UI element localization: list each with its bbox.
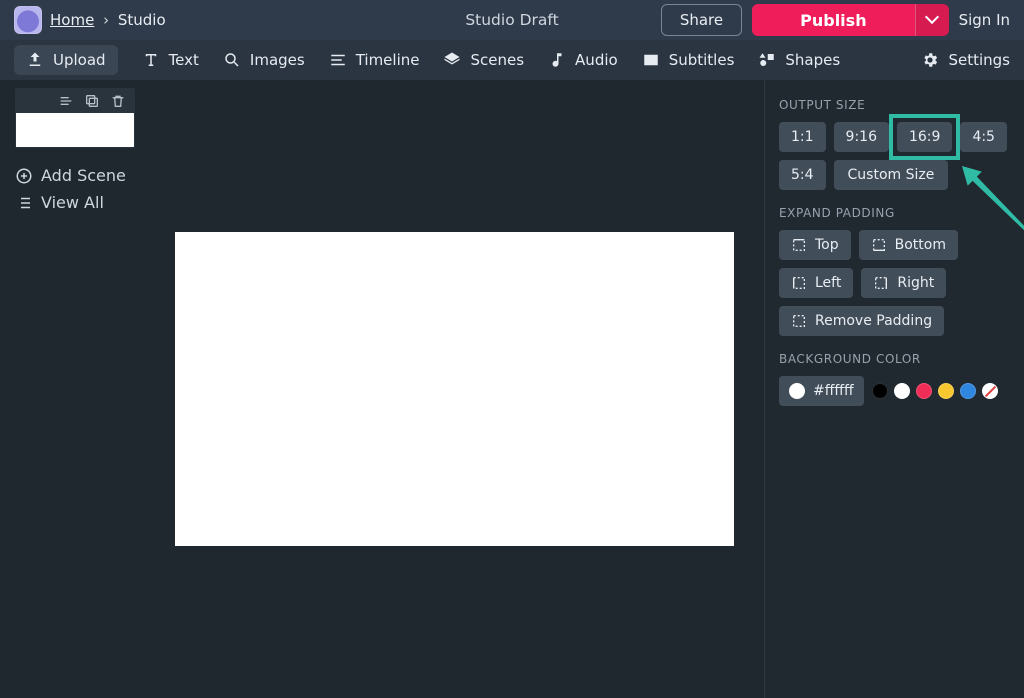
tool-timeline[interactable]: Timeline [329, 51, 420, 69]
main-toolbar: Upload Text Images Timeline Scenes Audio [0, 40, 1024, 80]
padding-bottom-icon [871, 237, 887, 253]
tool-images-label: Images [250, 51, 305, 69]
scene-duplicate-icon[interactable] [84, 93, 100, 109]
view-all-label: View All [41, 193, 104, 212]
padding-left-label: Left [815, 275, 841, 291]
swatch-white[interactable] [894, 383, 910, 399]
padding-top-button[interactable]: Top [779, 230, 851, 260]
canvas[interactable] [175, 232, 734, 546]
breadcrumb: Home › Studio [50, 11, 166, 29]
padding-right-icon [873, 275, 889, 291]
tool-upload-label: Upload [53, 51, 106, 69]
text-icon [142, 51, 160, 69]
tool-settings[interactable]: Settings [921, 51, 1010, 69]
timeline-icon [329, 51, 347, 69]
padding-left-button[interactable]: Left [779, 268, 853, 298]
sign-in-link[interactable]: Sign In [959, 11, 1010, 29]
ratio-5-4[interactable]: 5:4 [779, 160, 826, 190]
list-icon [15, 194, 33, 212]
shapes-icon [758, 51, 776, 69]
tool-subtitles[interactable]: Subtitles [642, 51, 735, 69]
tool-audio[interactable]: Audio [548, 51, 618, 69]
ratio-4-5[interactable]: 4:5 [960, 122, 1007, 152]
tool-timeline-label: Timeline [356, 51, 420, 69]
tool-audio-label: Audio [575, 51, 618, 69]
app-avatar[interactable] [14, 6, 42, 34]
subtitles-icon [642, 51, 660, 69]
swatch-red[interactable] [916, 383, 932, 399]
padding-left-icon [791, 275, 807, 291]
tool-scenes-label: Scenes [470, 51, 524, 69]
add-scene-button[interactable]: Add Scene [15, 166, 135, 185]
gear-icon [921, 51, 939, 69]
scene-thumbnail-preview [16, 113, 134, 147]
breadcrumb-studio: Studio [118, 11, 166, 29]
tool-images[interactable]: Images [223, 51, 305, 69]
tool-text-label: Text [169, 51, 199, 69]
ratio-16-9[interactable]: 16:9 [897, 122, 952, 152]
output-size-options: 1:1 9:16 16:9 4:5 5:4 Custom Size [779, 122, 1010, 190]
ratio-9-16[interactable]: 9:16 [834, 122, 889, 152]
swatch-yellow[interactable] [938, 383, 954, 399]
color-swatches [872, 383, 998, 399]
settings-panel: OUTPUT SIZE 1:1 9:16 16:9 4:5 5:4 Custom… [764, 80, 1024, 698]
output-size-title: OUTPUT SIZE [779, 98, 1010, 112]
tool-settings-label: Settings [948, 51, 1010, 69]
view-all-button[interactable]: View All [15, 193, 135, 212]
padding-right-button[interactable]: Right [861, 268, 946, 298]
add-scene-label: Add Scene [41, 166, 126, 185]
tool-scenes[interactable]: Scenes [443, 51, 524, 69]
upload-icon [26, 51, 44, 69]
padding-top-icon [791, 237, 807, 253]
breadcrumb-separator: › [103, 11, 109, 29]
scene-delete-icon[interactable] [110, 93, 126, 109]
chevron-down-icon [927, 12, 937, 29]
publish-group: Publish [752, 4, 948, 36]
padding-top-label: Top [815, 237, 839, 253]
scene-rename-icon[interactable] [58, 93, 74, 109]
custom-size-button[interactable]: Custom Size [834, 160, 949, 190]
tool-shapes[interactable]: Shapes [758, 51, 840, 69]
tool-subtitles-label: Subtitles [669, 51, 735, 69]
background-color-row: #ffffff [779, 376, 1010, 406]
background-color-title: BACKGROUND COLOR [779, 352, 1010, 366]
padding-bottom-button[interactable]: Bottom [859, 230, 958, 260]
tool-upload[interactable]: Upload [14, 45, 118, 75]
expand-padding-title: EXPAND PADDING [779, 206, 1010, 220]
expand-padding-options: Top Bottom Left Right [779, 230, 1010, 336]
scene-thumbnail[interactable] [15, 88, 135, 148]
swatch-none[interactable] [982, 383, 998, 399]
scene-thumbnail-actions [16, 89, 134, 113]
remove-padding-label: Remove Padding [815, 313, 932, 329]
page-title: Studio Draft [465, 11, 558, 29]
search-icon [223, 51, 241, 69]
topbar: Home › Studio Studio Draft Share Publish… [0, 0, 1024, 40]
publish-button[interactable]: Publish [752, 4, 914, 36]
publish-dropdown-button[interactable] [915, 4, 949, 36]
main-area: Add Scene View All OUTPUT SIZE 1:1 9:16 … [0, 80, 1024, 698]
background-color-input[interactable]: #ffffff [779, 376, 864, 406]
music-note-icon [548, 51, 566, 69]
background-color-swatch-icon [789, 383, 805, 399]
share-button[interactable]: Share [661, 4, 742, 36]
padding-bottom-label: Bottom [895, 237, 946, 253]
remove-padding-button[interactable]: Remove Padding [779, 306, 944, 336]
layers-icon [443, 51, 461, 69]
swatch-blue[interactable] [960, 383, 976, 399]
scenes-sidebar: Add Scene View All [0, 80, 135, 698]
background-color-value: #ffffff [813, 383, 854, 399]
tool-text[interactable]: Text [142, 51, 199, 69]
breadcrumb-home-link[interactable]: Home [50, 11, 94, 29]
ratio-1-1[interactable]: 1:1 [779, 122, 826, 152]
swatch-black[interactable] [872, 383, 888, 399]
tool-shapes-label: Shapes [785, 51, 840, 69]
plus-circle-icon [15, 167, 33, 185]
remove-padding-icon [791, 313, 807, 329]
padding-right-label: Right [897, 275, 934, 291]
canvas-area[interactable] [135, 80, 764, 698]
